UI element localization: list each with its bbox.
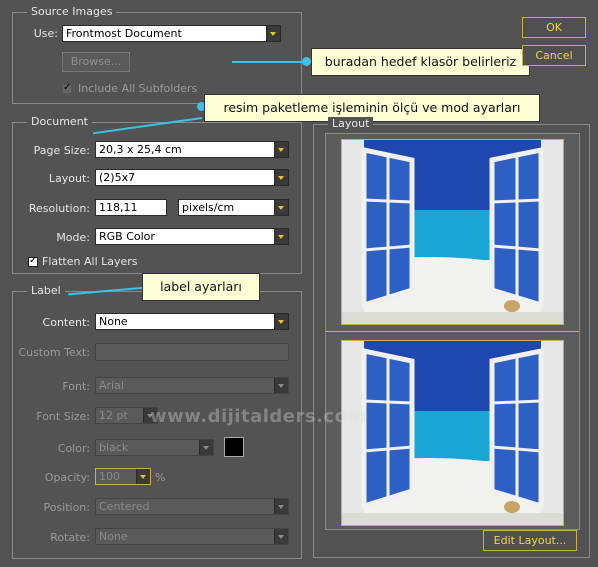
rotate-label: Rotate: [50, 531, 90, 544]
source-callout-text: buradan hedef klasör belirleriz [324, 54, 517, 69]
resolution-input[interactable]: 118,11 [95, 199, 167, 216]
edit-layout-button[interactable]: Edit Layout... [483, 530, 577, 551]
resolution-label: Resolution: [28, 202, 90, 215]
document-title: Document [27, 115, 92, 128]
position-value: Centered [99, 500, 150, 513]
layout-preview [325, 133, 580, 530]
layout-value: (2)5x7 [99, 171, 136, 184]
resolution-value: 118,11 [99, 201, 138, 214]
flatten-layers-label: Flatten All Layers [42, 255, 138, 268]
window-sea-image [342, 140, 563, 324]
use-label: Use: [33, 27, 58, 40]
preview-divider [326, 331, 579, 332]
chevron-down-icon [274, 229, 288, 244]
source-callout: buradan hedef klasör belirleriz [311, 48, 530, 76]
cancel-label: Cancel [535, 49, 573, 62]
rotate-value: None [99, 530, 128, 543]
position-label: Position: [43, 501, 90, 514]
chevron-down-icon [199, 440, 213, 455]
window-sea-image [342, 341, 563, 525]
resolution-unit-value: pixels/cm [182, 201, 235, 214]
browse-label: Browse... [70, 55, 122, 68]
page-size-value: 20,3 x 25,4 cm [99, 143, 182, 156]
source-arrow-line [232, 61, 306, 63]
opacity-unit: % [155, 471, 166, 484]
mode-value: RGB Color [99, 230, 155, 243]
chevron-down-icon [274, 200, 288, 215]
mode-select[interactable]: RGB Color [95, 228, 289, 245]
label-title: Label [27, 284, 65, 297]
use-select[interactable]: Frontmost Document [62, 25, 281, 42]
include-subfolders-checkbox[interactable] [62, 82, 72, 94]
chevron-down-icon [274, 170, 288, 185]
custom-text-input[interactable] [95, 343, 289, 361]
flatten-layers-checkbox[interactable] [28, 255, 38, 267]
preview-photo-bottom [341, 340, 564, 526]
font-size-label: Font Size: [36, 410, 90, 423]
font-size-select[interactable]: 12 pt [95, 407, 158, 424]
label-callout-text: label ayarları [160, 279, 242, 294]
cancel-button[interactable]: Cancel [522, 45, 586, 66]
opacity-input[interactable]: 100 [95, 468, 151, 485]
page-size-select[interactable]: 20,3 x 25,4 cm [95, 141, 289, 158]
custom-text-label: Custom Text: [18, 346, 90, 359]
mode-label: Mode: [56, 231, 90, 244]
layout-label: Layout: [48, 172, 90, 185]
include-subfolders-label: Include All Subfolders [78, 82, 198, 95]
document-callout-text: resim paketleme işleminin ölçü ve mod ay… [223, 100, 521, 115]
font-label: Font: [62, 380, 90, 393]
preview-photo-top [341, 139, 564, 325]
ok-button[interactable]: OK [522, 17, 586, 38]
label-callout: label ayarları [142, 273, 260, 301]
color-swatch[interactable] [224, 437, 244, 457]
color-select[interactable]: black [95, 439, 214, 456]
content-select[interactable]: None [95, 313, 289, 330]
content-label: Content: [42, 316, 90, 329]
font-select[interactable]: Arial [95, 377, 289, 394]
color-label: Color: [57, 442, 90, 455]
slider-arrow-icon [136, 469, 150, 484]
color-value: black [99, 441, 129, 454]
layout-title: Layout [328, 117, 374, 130]
edit-layout-label: Edit Layout... [493, 534, 567, 547]
font-size-value: 12 pt [99, 409, 128, 422]
ok-label: OK [546, 21, 562, 34]
chevron-down-icon [274, 378, 288, 393]
use-value: Frontmost Document [66, 27, 182, 40]
font-value: Arial [99, 379, 124, 392]
resolution-unit-select[interactable]: pixels/cm [178, 199, 289, 216]
chevron-down-icon [274, 499, 288, 514]
opacity-value: 100 [99, 470, 120, 483]
position-select[interactable]: Centered [95, 498, 289, 515]
content-value: None [99, 315, 128, 328]
chevron-down-icon [274, 529, 288, 544]
chevron-down-icon [274, 142, 288, 157]
chevron-down-icon [274, 314, 288, 329]
opacity-label: Opacity: [44, 471, 90, 484]
rotate-select[interactable]: None [95, 528, 289, 545]
page-size-label: Page Size: [33, 144, 90, 157]
watermark-text: www.dijitalders.com [150, 406, 367, 427]
chevron-down-icon [266, 26, 280, 41]
source-images-title: Source Images [27, 5, 117, 18]
layout-select[interactable]: (2)5x7 [95, 169, 289, 186]
browse-button[interactable]: Browse... [62, 52, 130, 72]
